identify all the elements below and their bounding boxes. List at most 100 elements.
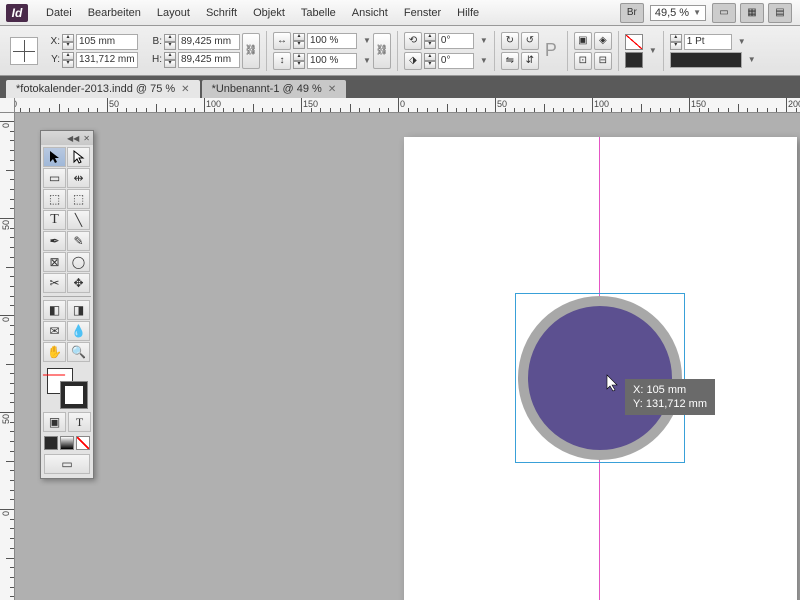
scissors-tool[interactable]: ✂	[43, 273, 66, 293]
menu-datei[interactable]: Datei	[38, 3, 80, 23]
close-icon[interactable]: ✕	[83, 134, 90, 143]
content-placer-tool[interactable]: ⬚	[67, 189, 90, 209]
apply-text-icon[interactable]: T	[68, 412, 91, 432]
select-content-icon[interactable]: ◈	[594, 32, 612, 50]
menu-schrift[interactable]: Schrift	[198, 3, 245, 23]
canvas[interactable]: X: 105 mm Y: 131,712 mm	[15, 113, 800, 600]
x-input[interactable]	[76, 34, 138, 50]
sy-up[interactable]: ▴	[293, 53, 305, 61]
fill-stroke-proxy[interactable]	[47, 368, 87, 408]
menu-objekt[interactable]: Objekt	[245, 3, 293, 23]
screen-mode-button[interactable]: ▭	[712, 3, 736, 23]
y-step-up[interactable]: ▴	[62, 52, 74, 60]
vertical-ruler[interactable]: 0500500	[0, 113, 15, 600]
chevron-down-icon[interactable]: ▼	[748, 55, 756, 64]
x-step-up[interactable]: ▴	[62, 34, 74, 42]
flip-h-icon[interactable]: ⇋	[501, 52, 519, 70]
arrange-button[interactable]: ▦	[740, 3, 764, 23]
free-transform-tool[interactable]: ✥	[67, 273, 90, 293]
menu-layout[interactable]: Layout	[149, 3, 198, 23]
apply-color-icon[interactable]	[44, 436, 58, 450]
sx-up[interactable]: ▴	[293, 33, 305, 41]
stroke-weight-input[interactable]	[684, 34, 732, 50]
menu-tabelle[interactable]: Tabelle	[293, 3, 344, 23]
tools-panel-header[interactable]: ◀◀ ✕	[41, 131, 93, 145]
note-tool[interactable]: ✉	[43, 321, 66, 341]
sx-down[interactable]: ▾	[293, 41, 305, 49]
sh-down[interactable]: ▾	[424, 61, 436, 69]
stroke-style-dropdown[interactable]	[670, 52, 742, 68]
selection-tool[interactable]	[43, 147, 66, 167]
collapse-icon[interactable]: ◀◀	[67, 134, 79, 143]
direct-selection-tool[interactable]	[67, 147, 90, 167]
document-tab[interactable]: *fotokalender-2013.indd @ 75 %✕	[6, 80, 200, 98]
hand-tool[interactable]: ✋	[43, 342, 66, 362]
reference-point-icon[interactable]	[10, 37, 38, 65]
apply-gradient-icon[interactable]	[60, 436, 74, 450]
stroke-down[interactable]: ▾	[670, 42, 682, 50]
chevron-down-icon[interactable]: ▼	[363, 56, 371, 65]
w-step-down[interactable]: ▾	[164, 42, 176, 50]
menu-fenster[interactable]: Fenster	[396, 3, 449, 23]
constrain-scale-icon[interactable]: ⛓	[373, 33, 391, 69]
y-input[interactable]	[76, 52, 138, 68]
x-step-down[interactable]: ▾	[62, 42, 74, 50]
close-icon[interactable]: ✕	[328, 84, 336, 95]
chevron-down-icon[interactable]: ▼	[649, 46, 657, 55]
gradient-swatch-tool[interactable]: ◧	[43, 300, 66, 320]
sh-up[interactable]: ▴	[424, 53, 436, 61]
gap-tool[interactable]: ⇹	[67, 168, 90, 188]
workspace-button[interactable]: ▤	[768, 3, 792, 23]
rot-down[interactable]: ▾	[424, 41, 436, 49]
tools-panel[interactable]: ◀◀✕ ▭ ⇹ ⬚ ⬚ T ╲ ✒ ✎ ⊠ ◯ ✂ ✥ ◧ ◨ ✉ 💧 ✋ 🔍 …	[40, 130, 94, 479]
rotate-ccw-icon[interactable]: ↺	[521, 32, 539, 50]
chevron-down-icon[interactable]: ▼	[480, 56, 488, 65]
w-step-up[interactable]: ▴	[164, 34, 176, 42]
app-zoom-dropdown[interactable]: 49,5 %▼	[650, 5, 706, 21]
bridge-button[interactable]: Br	[620, 3, 644, 23]
ellipse-object[interactable]	[518, 296, 682, 460]
rotation-input[interactable]	[438, 33, 474, 49]
gradient-feather-tool[interactable]: ◨	[67, 300, 90, 320]
chevron-down-icon[interactable]: ▼	[363, 36, 371, 45]
fit-frame-icon[interactable]: ⊟	[594, 52, 612, 70]
zoom-tool[interactable]: 🔍	[67, 342, 90, 362]
pencil-tool[interactable]: ✎	[67, 231, 90, 251]
menu-hilfe[interactable]: Hilfe	[449, 3, 487, 23]
h-input[interactable]	[178, 52, 240, 68]
content-collector-tool[interactable]: ⬚	[43, 189, 66, 209]
menu-bearbeiten[interactable]: Bearbeiten	[80, 3, 149, 23]
stroke-swatch[interactable]	[625, 52, 643, 68]
line-tool[interactable]: ╲	[67, 210, 90, 230]
w-input[interactable]	[178, 34, 240, 50]
chevron-down-icon[interactable]: ▼	[480, 36, 488, 45]
y-step-down[interactable]: ▾	[62, 60, 74, 68]
sy-down[interactable]: ▾	[293, 61, 305, 69]
apply-none-icon[interactable]	[76, 436, 90, 450]
eyedropper-tool[interactable]: 💧	[67, 321, 90, 341]
h-step-up[interactable]: ▴	[164, 52, 176, 60]
chevron-down-icon[interactable]: ▼	[738, 37, 746, 46]
close-icon[interactable]: ✕	[181, 84, 189, 95]
document-tab[interactable]: *Unbenannt-1 @ 49 %✕	[202, 80, 347, 98]
shear-input[interactable]	[438, 53, 474, 69]
ellipse-tool[interactable]: ◯	[67, 252, 90, 272]
view-mode-toggle[interactable]: ▭	[44, 454, 90, 474]
pen-tool[interactable]: ✒	[43, 231, 66, 251]
horizontal-ruler[interactable]: 050100150050100150200	[15, 98, 800, 113]
rectangle-frame-tool[interactable]: ⊠	[43, 252, 66, 272]
flip-v-icon[interactable]: ⇵	[521, 52, 539, 70]
fill-swatch[interactable]	[625, 34, 643, 50]
scale-x-input[interactable]	[307, 33, 357, 49]
apply-container-icon[interactable]: ▣	[43, 412, 66, 432]
type-tool[interactable]: T	[43, 210, 66, 230]
scale-y-input[interactable]	[307, 53, 357, 69]
stroke-up[interactable]: ▴	[670, 34, 682, 42]
page-tool[interactable]: ▭	[43, 168, 66, 188]
rotate-cw-icon[interactable]: ↻	[501, 32, 519, 50]
h-step-down[interactable]: ▾	[164, 60, 176, 68]
fit-content-icon[interactable]: ⊡	[574, 52, 592, 70]
menu-ansicht[interactable]: Ansicht	[344, 3, 396, 23]
ruler-origin[interactable]	[0, 98, 15, 113]
stroke-proxy[interactable]	[61, 382, 87, 408]
